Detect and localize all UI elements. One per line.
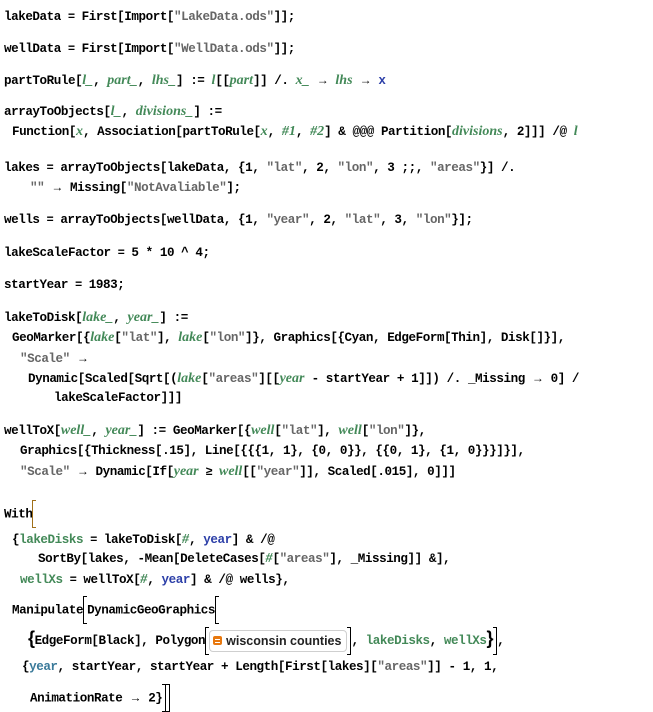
cell-laketodisk-line5[interactable]: lakeScaleFactor]]] [54, 390, 182, 406]
string-empty: "" [30, 181, 45, 195]
entity-wisconsin-counties[interactable]: wisconsin counties [209, 629, 348, 652]
entity-label: wisconsin counties [226, 633, 342, 648]
cell-wells[interactable]: wells = arrayToObjects[wellData, {1, "ye… [4, 211, 473, 227]
cell-welltox-line3[interactable]: "Scale" → Dynamic[If[year ≥ well[["year"… [20, 463, 456, 479]
string-lakedata-file: "LakeData.ods" [174, 10, 274, 24]
cell-laketodisk[interactable]: lakeToDisk[lake_, year_] := [4, 310, 188, 326]
lake-scale-factor-value: 5 * 10 ^ 4 [131, 246, 203, 260]
string-year: "year" [266, 213, 310, 227]
cell-parttorule[interactable]: partToRule[l_, part_, lhs_] := l[[part]]… [4, 72, 386, 88]
string-areas: "areas" [429, 161, 480, 175]
cell-manipulate-line2[interactable]: {EdgeForm[Black], Polygon wisconsin count… [28, 626, 505, 655]
start-year-value: 1983 [88, 278, 118, 292]
open-bracket [32, 500, 37, 528]
cell-with-line3[interactable]: SortBy[lakes, -Mean[DeleteCases[#["areas… [38, 551, 451, 567]
cell-laketodisk-line4[interactable]: Dynamic[Scaled[Sqrt[(lake["areas"][[year… [28, 370, 579, 386]
cell-arraytoobjects[interactable]: arrayToObjects[l_, divisions_] := [4, 104, 222, 120]
entity-icon [213, 636, 223, 646]
cell-with[interactable]: With [4, 500, 37, 528]
cell-welltox[interactable]: wellToX[well_, year_] := GeoMarker[{well… [4, 423, 426, 439]
cell-lakedata[interactable]: lakeData = First[Import["LakeData.ods"]]… [4, 8, 295, 24]
string-lon: "lon" [337, 161, 374, 175]
cell-manipulate-line3[interactable]: {year, startYear, startYear + Length[Fir… [22, 659, 499, 675]
cell-lakes-line2[interactable]: "" → Missing["NotAvaliable"]; [30, 179, 241, 195]
cell-manipulate-line4[interactable]: AnimationRate → 2} [30, 684, 171, 712]
cell-manipulate[interactable]: Manipulate DynamicGeoGraphics [12, 596, 220, 624]
scaled-value: .015 [377, 465, 406, 479]
open-bracket [83, 596, 88, 624]
cell-welldata[interactable]: wellData = First[Import["WellData.ods"]]… [4, 40, 295, 56]
string-scale: "Scale" [20, 352, 70, 366]
cell-arraytoobjects-line2[interactable]: Function[x, Association[partToRule[x, #1… [12, 124, 578, 140]
cell-startyear[interactable]: startYear = 1983; [4, 276, 125, 292]
close-bracket [493, 626, 498, 655]
cell-with-line4[interactable]: wellXs = wellToX[#, year] & /@ wells}, [20, 571, 290, 587]
string-not-available: "NotAvaliable" [126, 181, 227, 195]
notebook: lakeData = First[Import["LakeData.ods"]]… [0, 0, 653, 712]
close-bracket [166, 684, 171, 712]
string-lon: "lon" [415, 213, 452, 227]
cell-laketodisk-line2[interactable]: GeoMarker[{lake["lat"], lake["lon"]}, Gr… [12, 330, 565, 346]
cell-lakescalefactor[interactable]: lakeScaleFactor = 5 * 10 ^ 4; [4, 244, 210, 260]
string-welldata-file: "WellData.ods" [174, 42, 274, 56]
open-bracket [215, 596, 220, 624]
cell-with-line2[interactable]: {lakeDisks = lakeToDisk[#, year] & /@ [12, 531, 275, 547]
string-lat: "lat" [266, 161, 302, 175]
thickness-value: .15 [162, 444, 184, 458]
close-bracket [347, 626, 352, 655]
string-lat: "lat" [344, 213, 381, 227]
cell-laketodisk-line3[interactable]: "Scale" → [20, 350, 89, 366]
cell-welltox-line2[interactable]: Graphics[{Thickness[.15], Line[{{{1, 1},… [20, 443, 525, 459]
animation-rate-value: 2 [148, 691, 156, 706]
cell-lakes[interactable]: lakes = arrayToObjects[lakeData, {1, "la… [4, 159, 516, 175]
